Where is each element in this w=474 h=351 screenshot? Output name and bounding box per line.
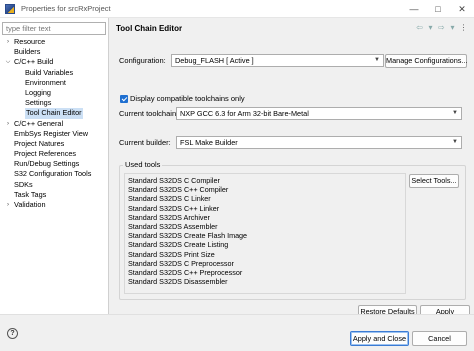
chevron-down-icon: ▼	[452, 110, 458, 116]
chevron-down-icon: ▼	[452, 139, 458, 145]
navigation-pane: ›ResourceBuilders⌵C/C++ BuildBuild Varia…	[0, 18, 109, 314]
view-menu-icon[interactable]: ⋮	[459, 23, 468, 32]
tree-item[interactable]: Task Tags	[0, 190, 109, 200]
list-item[interactable]: Standard S32DS C++ Linker	[125, 204, 405, 213]
page-title: Tool Chain Editor	[116, 24, 183, 33]
list-item[interactable]: Standard S32DS Create Listing	[125, 240, 405, 249]
current-toolchain-value: NXP GCC 6.3 for Arm 32-bit Bare-Metal	[180, 109, 309, 118]
tree-item[interactable]: SDKs	[0, 180, 109, 190]
tree-item-label: C/C++ Build	[14, 57, 54, 67]
list-item[interactable]: Standard S32DS Create Flash Image	[125, 231, 405, 240]
tree-item-label: Environment	[25, 77, 66, 87]
title-bar: Properties for srcRxProject — □ ✕	[0, 0, 474, 18]
tree-item-label: Run/Debug Settings	[14, 159, 80, 169]
tree-item-label: Builders	[14, 47, 41, 57]
apply-and-close-button[interactable]: Apply and Close	[350, 331, 409, 346]
display-compatible-label: Display compatible toolchains only	[130, 94, 245, 103]
tree-item[interactable]: Project Natures	[0, 139, 109, 149]
tree-item[interactable]: ⌵ C/C++ Build	[0, 57, 109, 67]
tree-item[interactable]: Run/Debug Settings	[0, 159, 109, 169]
tree-item-label: Build Variables	[25, 67, 74, 77]
current-toolchain-select[interactable]: NXP GCC 6.3 for Arm 32-bit Bare-Metal ▼	[176, 107, 462, 120]
tree-item-label: C/C++ General	[14, 118, 64, 128]
select-tools-button[interactable]: Select Tools...	[409, 174, 459, 188]
configuration-value: Debug_FLASH [ Active ]	[175, 56, 254, 65]
content-pane: Tool Chain Editor ⇦ ▾ ⇨ ▾ ⋮ Configuratio…	[110, 18, 474, 319]
configuration-select[interactable]: Debug_FLASH [ Active ] ▼	[171, 54, 384, 67]
tree-item[interactable]: Build Variables	[0, 68, 109, 78]
tree-item[interactable]: › Validation	[0, 200, 109, 210]
used-tools-label: Used tools	[123, 160, 163, 169]
tree-item[interactable]: Settings	[0, 98, 109, 108]
tree-item-label: SDKs	[14, 179, 33, 189]
list-item[interactable]: Standard S32DS Archiver	[125, 213, 405, 222]
tree-item[interactable]: Environment	[0, 78, 109, 88]
list-item[interactable]: Standard S32DS Disassembler	[125, 277, 405, 286]
tree-item[interactable]: Builders	[0, 47, 109, 57]
page-header: Tool Chain Editor ⇦ ▾ ⇨ ▾ ⋮	[110, 18, 474, 40]
tree-item[interactable]: S32 Configuration Tools	[0, 169, 109, 179]
tree-item[interactable]: Tool Chain Editor	[0, 108, 109, 119]
minimize-button[interactable]: —	[402, 0, 426, 18]
page-navigation: ⇦ ▾ ⇨ ▾ ⋮	[415, 23, 468, 32]
help-icon[interactable]: ?	[7, 328, 18, 339]
list-item[interactable]: Standard S32DS C Preprocessor	[125, 259, 405, 268]
list-item[interactable]: Standard S32DS C Linker	[125, 194, 405, 203]
tree-item-label: Project References	[14, 149, 77, 159]
tree-item[interactable]: › Resource	[0, 37, 109, 47]
tree-item-label: Project Natures	[14, 138, 65, 148]
app-icon	[5, 3, 15, 14]
maximize-button[interactable]: □	[426, 0, 450, 18]
tree-item[interactable]: EmbSys Register View	[0, 129, 109, 139]
chevron-right-icon[interactable]: ›	[4, 200, 12, 210]
forward-menu-icon[interactable]: ▾	[448, 23, 457, 32]
tree-item[interactable]: Logging	[0, 88, 109, 98]
chevron-down-icon: ▼	[374, 57, 380, 63]
window-controls: — □ ✕	[402, 0, 474, 18]
list-item[interactable]: Standard S32DS C++ Preprocessor	[125, 268, 405, 277]
list-item[interactable]: Standard S32DS Assembler	[125, 222, 405, 231]
tree-item[interactable]: › C/C++ General	[0, 119, 109, 129]
tree-item[interactable]: Project References	[0, 149, 109, 159]
back-menu-icon[interactable]: ▾	[426, 23, 435, 32]
current-builder-label: Current builder:	[119, 138, 171, 147]
used-tools-list[interactable]: Standard S32DS C Compiler Standard S32DS …	[124, 173, 406, 294]
dialog-button-bar: ? Apply and Close Cancel	[0, 314, 474, 351]
close-button[interactable]: ✕	[450, 0, 474, 18]
property-tree: › Resource Builders ⌵ C/C++ Build Build Varia…	[0, 37, 109, 210]
list-item[interactable]: Standard S32DS C++ Compiler	[125, 185, 405, 194]
list-item[interactable]: Standard S32DS C Compiler	[125, 176, 405, 185]
current-builder-value: FSL Make Builder	[180, 138, 238, 147]
chevron-down-icon[interactable]: ⌵	[4, 57, 12, 67]
current-toolchain-label: Current toolchain:	[119, 109, 179, 118]
tree-item-label: S32 Configuration Tools	[14, 169, 92, 179]
tree-item-label: EmbSys Register View	[14, 128, 89, 138]
cancel-button[interactable]: Cancel	[412, 331, 467, 346]
tree-item-label: Settings	[25, 98, 52, 108]
forward-arrow-icon[interactable]: ⇨	[437, 23, 446, 32]
tree-item-label: Resource	[14, 37, 46, 46]
display-compatible-checkbox[interactable]	[120, 95, 128, 103]
chevron-right-icon[interactable]: ›	[4, 119, 12, 129]
manage-configurations-button[interactable]: Manage Configurations...	[385, 54, 468, 68]
tree-item-label: Task Tags	[14, 189, 47, 199]
window-title: Properties for srcRxProject	[21, 4, 111, 13]
tree-item-label: Logging	[25, 87, 51, 97]
tree-item-label: Tool Chain Editor	[25, 108, 83, 119]
current-builder-select[interactable]: FSL Make Builder ▼	[176, 136, 462, 149]
tree-item-label: Validation	[14, 200, 46, 209]
filter-input[interactable]	[2, 22, 106, 35]
list-item[interactable]: Standard S32DS Print Size	[125, 250, 405, 259]
back-arrow-icon[interactable]: ⇦	[415, 23, 424, 32]
configuration-label: Configuration:	[119, 56, 166, 65]
chevron-right-icon[interactable]: ›	[4, 37, 12, 47]
